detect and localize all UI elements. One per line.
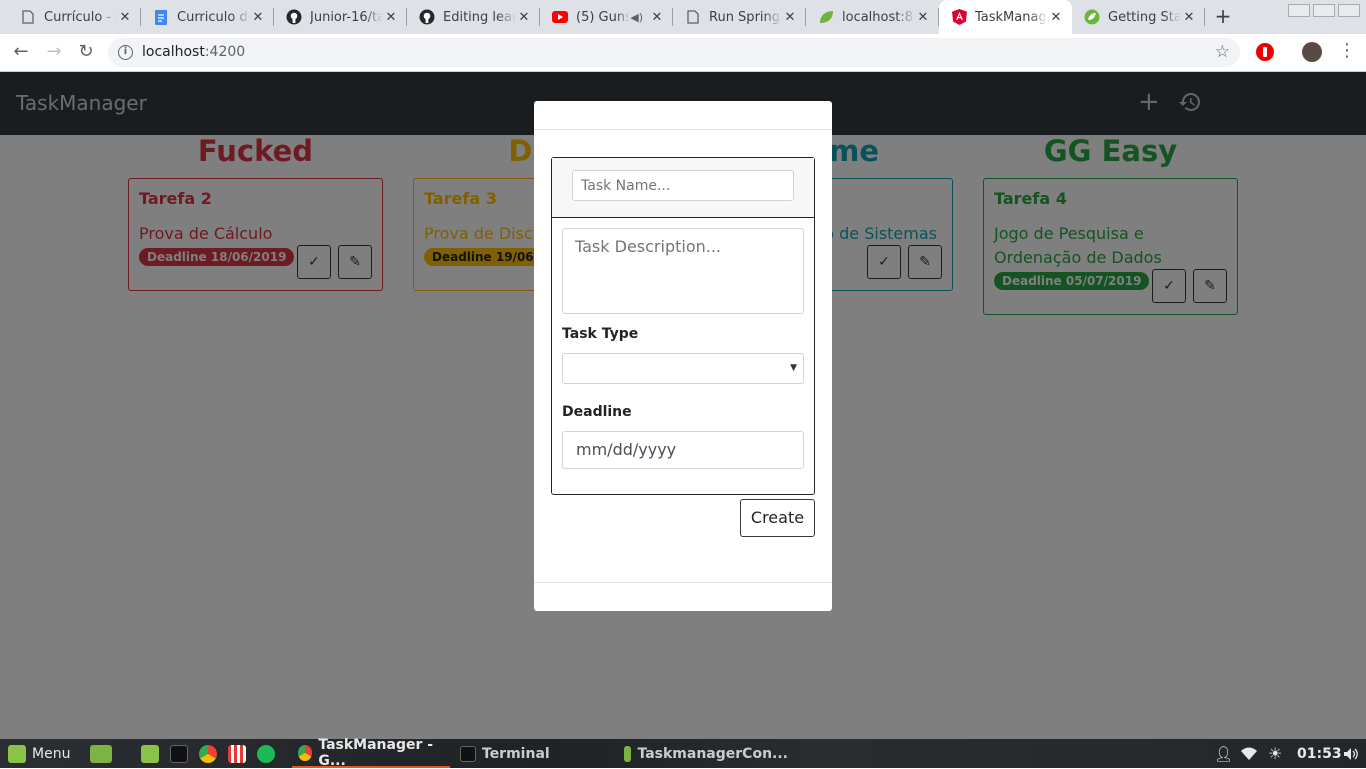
user-icon[interactable]: 👤︎ xyxy=(1214,739,1233,768)
tab-github-junior[interactable]: Junior-16/tas ✕ xyxy=(274,0,407,34)
task-type-select[interactable]: ▼ xyxy=(562,353,804,384)
dropdown-arrow-icon: ▼ xyxy=(790,363,797,373)
chrome-icon xyxy=(199,744,217,763)
youtube-icon xyxy=(552,9,568,25)
tab-curriculo-doc[interactable]: Curriculo de ✕ xyxy=(141,0,274,34)
document-icon xyxy=(685,9,701,25)
clock[interactable]: 01:53 xyxy=(1297,739,1342,768)
terminal-icon xyxy=(460,745,476,762)
tab-youtube[interactable]: (5) Guns ◀) ✕ xyxy=(540,0,673,34)
menu-label: Menu xyxy=(32,745,71,762)
tab-run-spring[interactable]: Run Spring B ✕ xyxy=(673,0,806,34)
address-bar[interactable]: i localhost:4200 ☆ xyxy=(108,38,1240,67)
url-port: :4200 xyxy=(204,44,246,60)
terminal-icon xyxy=(170,744,188,763)
show-desktop-button[interactable] xyxy=(90,739,112,768)
task-type-label: Task Type xyxy=(562,326,639,342)
close-icon[interactable]: ✕ xyxy=(117,10,133,25)
desktop-icon xyxy=(90,744,112,763)
task-form-card: Task Type ▼ Deadline mm/dd/yyyy xyxy=(551,157,815,495)
brightness-icon[interactable]: ☀ xyxy=(1268,739,1282,768)
tab-github-editing[interactable]: Editing learn ✕ xyxy=(407,0,540,34)
task-description-input[interactable] xyxy=(562,228,804,314)
spring-leaf-icon xyxy=(818,9,834,25)
taskbar-window-terminal[interactable]: Terminal xyxy=(454,739,614,768)
github-icon xyxy=(286,9,302,25)
close-icon[interactable]: ✕ xyxy=(1181,10,1197,25)
task-name-input[interactable] xyxy=(572,170,794,201)
reload-button[interactable]: ↻ xyxy=(74,40,98,64)
github-icon xyxy=(419,9,435,25)
tab-curriculo[interactable]: Currículo - Jo ✕ xyxy=(8,0,141,34)
browser-menu-icon[interactable]: ⋮ xyxy=(1338,40,1356,62)
forward-button[interactable]: → xyxy=(42,40,66,64)
deadline-label: Deadline xyxy=(562,404,632,420)
app-page: TaskManager + Fucked Dan s Time GG Easy … xyxy=(0,72,1366,739)
bookmark-star-icon[interactable]: ☆ xyxy=(1215,38,1230,67)
url-host: localhost xyxy=(142,44,205,60)
close-icon[interactable]: ✕ xyxy=(1048,10,1064,25)
taskbar-window-taskmanager[interactable]: TaskManager - G... xyxy=(292,737,450,769)
taskbar-window-taskmanagercon[interactable]: TaskmanagerCon... xyxy=(618,739,788,768)
popcorn-launcher[interactable] xyxy=(228,739,246,768)
document-icon xyxy=(20,9,36,25)
popcorn-icon xyxy=(228,744,246,763)
task-form-header xyxy=(552,158,814,218)
close-window-button[interactable] xyxy=(1338,4,1360,17)
minimize-button[interactable] xyxy=(1288,4,1310,17)
folder-icon xyxy=(141,744,159,763)
spring-icon xyxy=(1084,9,1100,25)
create-task-modal: Task Type ▼ Deadline mm/dd/yyyy Create xyxy=(534,101,832,611)
angular-icon xyxy=(951,9,967,25)
chrome-icon xyxy=(298,744,313,761)
app-icon xyxy=(624,745,632,762)
back-button[interactable]: ← xyxy=(9,40,33,64)
extension-stop-icon[interactable] xyxy=(1256,43,1274,61)
close-icon[interactable]: ✕ xyxy=(250,10,266,25)
close-icon[interactable]: ✕ xyxy=(649,10,665,25)
tab-localhost-80[interactable]: localhost:80 ✕ xyxy=(806,0,939,34)
speaker-icon[interactable]: ◀) xyxy=(630,11,643,24)
browser-toolbar: ← → ↻ i localhost:4200 ☆ ⋮ xyxy=(0,34,1366,72)
files-launcher[interactable] xyxy=(141,739,159,768)
tab-getting-started[interactable]: Getting Star ✕ xyxy=(1072,0,1205,34)
chrome-launcher[interactable] xyxy=(199,739,217,768)
browser-tab-strip: Currículo - Jo ✕ Curriculo de ✕ Junior-1… xyxy=(0,0,1366,34)
deadline-date-input[interactable]: mm/dd/yyyy xyxy=(562,431,804,469)
new-tab-button[interactable]: + xyxy=(1212,5,1234,27)
google-docs-icon xyxy=(153,9,169,25)
close-icon[interactable]: ✕ xyxy=(516,10,532,25)
spotify-icon xyxy=(257,744,275,763)
mint-logo-icon xyxy=(8,744,26,763)
start-menu-button[interactable]: Menu xyxy=(8,739,70,768)
tab-taskmanager[interactable]: TaskManag ✕ xyxy=(939,0,1072,34)
close-icon[interactable]: ✕ xyxy=(782,10,798,25)
volume-icon[interactable] xyxy=(1343,739,1359,768)
create-button[interactable]: Create xyxy=(740,499,815,537)
info-icon[interactable]: i xyxy=(118,45,133,60)
profile-avatar[interactable] xyxy=(1302,42,1322,62)
spotify-launcher[interactable] xyxy=(257,739,275,768)
os-taskbar: Menu TaskManager - G... Terminal Taskman… xyxy=(0,737,1366,769)
maximize-button[interactable] xyxy=(1313,4,1335,17)
wifi-icon[interactable] xyxy=(1241,739,1257,768)
close-icon[interactable]: ✕ xyxy=(915,10,931,25)
close-icon[interactable]: ✕ xyxy=(383,10,399,25)
terminal-launcher[interactable] xyxy=(170,739,188,768)
